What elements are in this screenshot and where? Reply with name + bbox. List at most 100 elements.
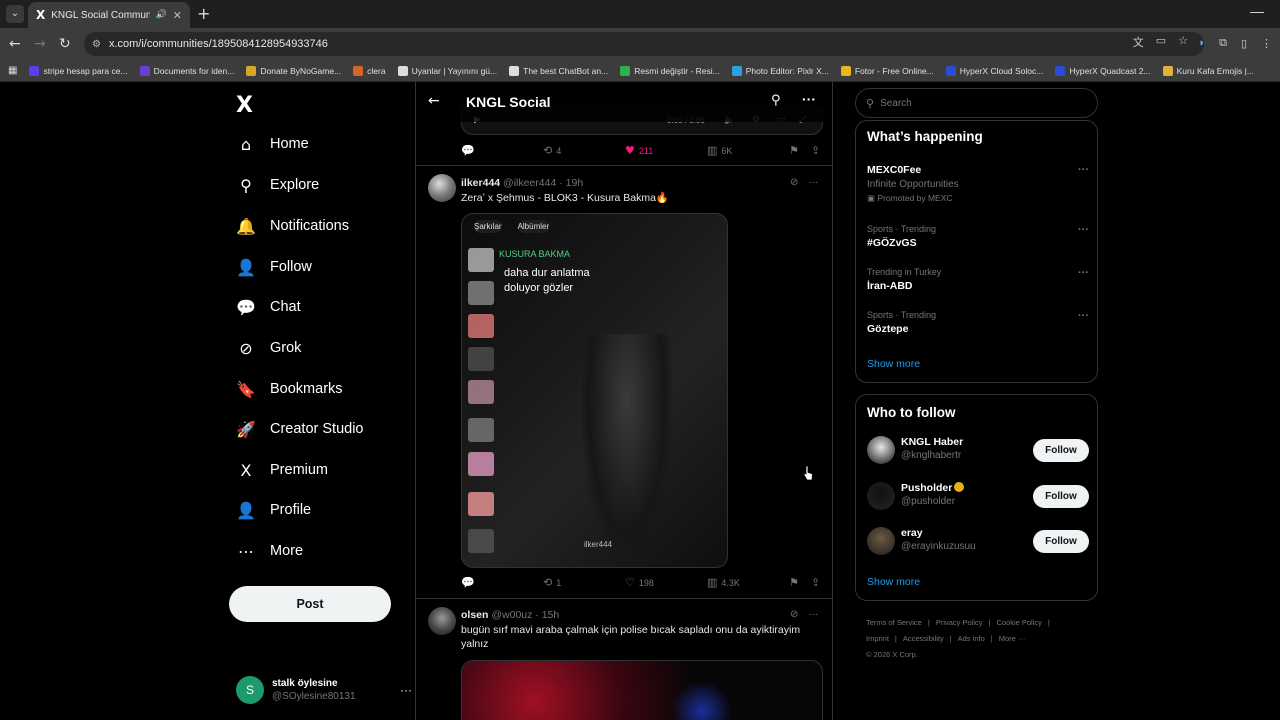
nav-item-follow[interactable]: 👤 Follow bbox=[236, 253, 312, 281]
footer-link[interactable]: More ··· bbox=[999, 634, 1026, 643]
views-button[interactable]: ▥ 4.3K bbox=[707, 576, 740, 589]
trend-item[interactable]: Sports · Trending Göztepe ··· bbox=[867, 310, 1089, 335]
trend-item[interactable]: Sports · Trending #GÖZvGS ··· bbox=[867, 224, 1089, 249]
bookmark-item[interactable]: Kuru Kafa Emojis |... bbox=[1162, 65, 1254, 76]
repost-button[interactable]: ⟲ 4 bbox=[543, 144, 561, 157]
translate-icon[interactable]: 文 bbox=[1133, 34, 1144, 50]
more-icon[interactable]: ··· bbox=[400, 683, 412, 697]
follow-suggestion[interactable]: eray @erayinkuzusuu Follow bbox=[867, 525, 1089, 557]
forward-icon[interactable]: → bbox=[34, 35, 46, 53]
grok-icon[interactable]: ⊘ bbox=[790, 177, 798, 188]
views-button[interactable]: ▥ 6K bbox=[707, 144, 732, 157]
post-button[interactable]: Post bbox=[229, 586, 391, 622]
post-time[interactable]: 19h bbox=[566, 177, 584, 189]
more-icon[interactable]: ··· bbox=[1078, 267, 1089, 279]
nav-item-explore[interactable]: ⚲ Explore bbox=[236, 171, 319, 199]
bookmark-item[interactable]: HyperX Cloud Soloc... bbox=[945, 65, 1043, 76]
author-name[interactable]: ilker444 bbox=[461, 177, 500, 189]
search-input[interactable]: ⚲ Search bbox=[855, 88, 1098, 118]
extension-icon[interactable]: ◗ bbox=[1198, 37, 1205, 50]
profile-menu-icon[interactable]: ⋮ bbox=[1261, 37, 1272, 50]
footer-link[interactable]: Cookie Policy bbox=[996, 618, 1041, 627]
more-icon[interactable]: ··· bbox=[1078, 310, 1089, 322]
avatar[interactable] bbox=[428, 607, 456, 635]
back-arrow-icon[interactable]: ← bbox=[428, 93, 440, 109]
like-button[interactable]: ♡ 198 bbox=[625, 576, 654, 589]
avatar[interactable] bbox=[867, 436, 895, 464]
post-time[interactable]: 15h bbox=[542, 609, 560, 621]
post-media-image[interactable] bbox=[461, 660, 823, 720]
bookmark-icon[interactable]: ⚑ bbox=[789, 576, 799, 589]
grok-icon[interactable]: ⊘ bbox=[790, 609, 798, 620]
avatar[interactable] bbox=[867, 482, 895, 510]
bookmark-item[interactable]: Donate ByNoGame... bbox=[246, 65, 341, 76]
cast-icon[interactable]: ▭ bbox=[1156, 34, 1166, 50]
sidebar-icon[interactable]: ▯ bbox=[1241, 37, 1247, 50]
bookmark-item[interactable]: Uyanlar | Yayınını gü... bbox=[397, 65, 497, 76]
follow-button[interactable]: Follow bbox=[1033, 530, 1089, 553]
more-icon[interactable]: ··· bbox=[1078, 224, 1089, 236]
share-icon[interactable]: ⇪ bbox=[811, 576, 820, 589]
avatar[interactable] bbox=[867, 527, 895, 555]
nav-item-chat[interactable]: 💬 Chat bbox=[236, 293, 301, 321]
search-icon[interactable]: ⚲ bbox=[771, 93, 781, 108]
browser-tab[interactable]: X KNGL Social Community / X 🔊 ✕ bbox=[28, 2, 190, 28]
author-handle[interactable]: @ilkeer444 bbox=[503, 177, 556, 189]
window-minimize-button[interactable]: — bbox=[1250, 3, 1264, 19]
nav-item-home[interactable]: ⌂ Home bbox=[236, 130, 309, 158]
bookmark-item[interactable]: Resmi değiştir - Resi... bbox=[620, 65, 720, 76]
bookmark-item[interactable]: stripe hesap para ce... bbox=[29, 65, 128, 76]
speaker-icon[interactable]: 🔊 bbox=[156, 10, 167, 20]
more-icon[interactable]: ··· bbox=[1078, 164, 1089, 176]
follow-suggestion[interactable]: KNGL Haber @knglhabertr Follow bbox=[867, 434, 1089, 466]
trend-item[interactable]: Trending in Turkey İran-ABD ··· bbox=[867, 267, 1089, 292]
reply-button[interactable]: 💬 bbox=[461, 576, 479, 589]
footer-link[interactable]: Ads info bbox=[958, 634, 985, 643]
more-icon[interactable]: ··· bbox=[808, 177, 818, 188]
puzzle-icon[interactable]: ⧉ bbox=[1219, 37, 1227, 50]
reload-icon[interactable]: ↻ bbox=[59, 35, 71, 53]
show-more-link[interactable]: Show more bbox=[867, 576, 920, 588]
back-icon[interactable]: ← bbox=[9, 35, 21, 53]
footer-link[interactable]: Privacy Policy bbox=[936, 618, 983, 627]
reply-button[interactable]: 💬 bbox=[461, 144, 479, 157]
footer-link[interactable]: © 2026 X Corp. bbox=[866, 650, 918, 659]
nav-item-more[interactable]: ⋯ More bbox=[236, 537, 303, 565]
bookmark-item[interactable]: clera bbox=[353, 65, 386, 76]
tab-search-button[interactable]: ⌄ bbox=[6, 5, 24, 23]
bookmark-item[interactable]: Documents for iden... bbox=[139, 65, 234, 76]
apps-grid-icon[interactable]: ▦ bbox=[8, 65, 17, 76]
bookmark-item[interactable]: Fotor - Free Online... bbox=[840, 65, 934, 76]
footer-link[interactable]: Imprint bbox=[866, 634, 889, 643]
more-icon[interactable]: ··· bbox=[802, 91, 816, 107]
author-handle[interactable]: @w00uz bbox=[491, 609, 532, 621]
footer-link[interactable]: Accessibility bbox=[903, 634, 944, 643]
author-name[interactable]: olsen bbox=[461, 609, 488, 621]
nav-item-grok[interactable]: ⊘ Grok bbox=[236, 334, 301, 362]
avatar[interactable] bbox=[428, 174, 456, 202]
nav-item-profile[interactable]: 👤 Profile bbox=[236, 496, 311, 524]
footer-link[interactable]: Terms of Service bbox=[866, 618, 922, 627]
nav-item-bookmarks[interactable]: 🔖 Bookmarks bbox=[236, 375, 343, 403]
show-more-link[interactable]: Show more bbox=[867, 358, 920, 370]
follow-suggestion[interactable]: Pusholder @pusholder Follow bbox=[867, 480, 1089, 512]
site-info-icon[interactable]: ⚙ bbox=[92, 39, 101, 50]
nav-item-premium[interactable]: X Premium bbox=[236, 456, 329, 484]
follow-button[interactable]: Follow bbox=[1033, 439, 1089, 462]
new-tab-button[interactable]: + bbox=[197, 5, 210, 23]
x-logo-icon[interactable]: X bbox=[236, 93, 253, 118]
account-switcher[interactable]: S stalk öylesine @SOylesine80131 ··· bbox=[236, 672, 412, 708]
more-icon[interactable]: ··· bbox=[808, 609, 818, 620]
repost-button[interactable]: ⟲ 1 bbox=[543, 576, 561, 589]
tab-close-icon[interactable]: ✕ bbox=[173, 9, 182, 22]
like-button[interactable]: ♥ 211 bbox=[625, 144, 653, 157]
bookmark-item[interactable]: The best ChatBot an... bbox=[509, 65, 608, 76]
post-media-image[interactable]: Şarkılar Albümler KUSURA BAKMA daha dur … bbox=[461, 213, 728, 568]
nav-item-creator-studio[interactable]: 🚀 Creator Studio bbox=[236, 415, 363, 443]
nav-item-notifications[interactable]: 🔔 Notifications bbox=[236, 212, 349, 240]
address-bar[interactable]: ⚙ x.com/i/communities/189508412895493374… bbox=[84, 32, 1204, 56]
share-icon[interactable]: ⇪ bbox=[811, 144, 820, 157]
bookmark-item[interactable]: Photo Editor: Pixlr X... bbox=[731, 65, 829, 76]
follow-button[interactable]: Follow bbox=[1033, 485, 1089, 508]
bookmark-star-icon[interactable]: ☆ bbox=[1178, 34, 1188, 50]
